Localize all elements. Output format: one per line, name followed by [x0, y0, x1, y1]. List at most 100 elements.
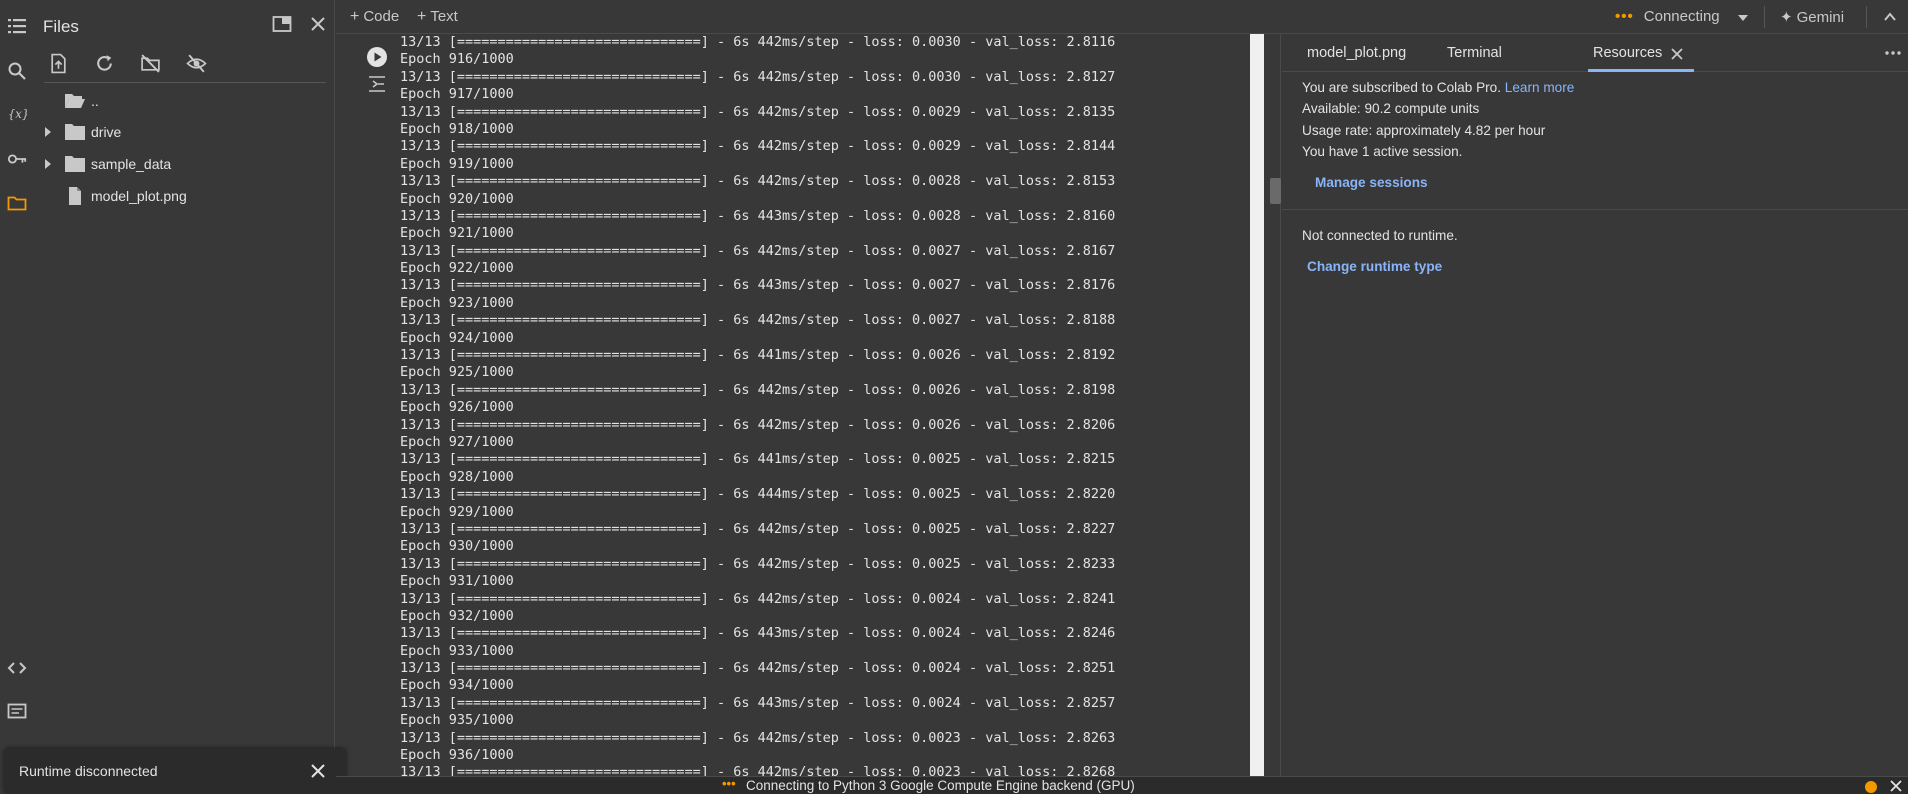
folder-icon — [65, 156, 85, 172]
tree-item-sample-data[interactable]: sample_data — [34, 149, 334, 179]
output-line: Epoch 919/1000 — [400, 155, 514, 172]
not-connected-text: Not connected to runtime. — [1302, 228, 1458, 243]
splitter-handle[interactable] — [1270, 178, 1281, 204]
output-line: Epoch 929/1000 — [400, 503, 514, 520]
output-line: Epoch 932/1000 — [400, 607, 514, 624]
folder-icon[interactable] — [3, 189, 31, 217]
gemini-label: Gemini — [1796, 9, 1845, 26]
unmount-drive-icon[interactable] — [132, 48, 168, 78]
file-icon — [69, 187, 81, 205]
refresh-icon[interactable] — [86, 48, 122, 78]
output-line: Epoch 926/1000 — [400, 399, 514, 416]
run-cell-icon[interactable] — [366, 46, 388, 68]
available-units: Available: 90.2 compute units — [1302, 101, 1480, 116]
caret-right-icon[interactable] — [42, 158, 54, 170]
chevron-down-icon[interactable] — [1736, 11, 1750, 25]
toolbar-divider — [1866, 6, 1867, 28]
toast-message: Runtime disconnected — [19, 763, 158, 779]
output-line: Epoch 916/1000 — [400, 51, 514, 68]
output-line: 13/13 [==============================] -… — [400, 68, 1116, 85]
add-code-label: Code — [363, 8, 400, 25]
runtime-connect-button[interactable]: ••• Connecting — [1615, 8, 1720, 25]
connecting-dots-icon: ••• — [1615, 8, 1634, 25]
connecting-label: Connecting — [1643, 8, 1720, 25]
expand-panel-icon[interactable] — [269, 11, 295, 37]
panel-divider — [1282, 209, 1908, 210]
active-sessions: You have 1 active session. — [1302, 144, 1463, 159]
output-line: 13/13 [==============================] -… — [400, 381, 1116, 398]
chevron-up-icon[interactable] — [1883, 10, 1897, 24]
table-of-contents-icon[interactable] — [3, 12, 31, 40]
output-line: Epoch 930/1000 — [400, 538, 514, 555]
add-code-button[interactable]: + Code — [350, 8, 399, 26]
tab-resources[interactable]: Resources — [1593, 45, 1662, 61]
code-snippets-icon[interactable] — [3, 654, 31, 682]
close-icon[interactable] — [1669, 46, 1685, 62]
hide-files-icon[interactable] — [178, 48, 214, 78]
output-line: 13/13 [==============================] -… — [400, 625, 1116, 642]
output-line: 13/13 [==============================] -… — [400, 660, 1116, 677]
folder-icon — [65, 124, 85, 140]
caret-right-icon[interactable] — [42, 126, 54, 138]
output-line: Epoch 931/1000 — [400, 573, 514, 590]
learn-more-link[interactable]: Learn more — [1505, 80, 1575, 95]
output-line: 13/13 [==============================] -… — [400, 138, 1116, 155]
output-line: Epoch 927/1000 — [400, 433, 514, 450]
tab-terminal[interactable]: Terminal — [1447, 45, 1502, 61]
output-line: 13/13 [==============================] -… — [400, 103, 1116, 120]
files-title: Files — [43, 17, 79, 36]
output-line: 13/13 [==============================] -… — [400, 694, 1116, 711]
output-line: 13/13 [==============================] -… — [400, 590, 1116, 607]
output-line: Epoch 928/1000 — [400, 468, 514, 485]
connecting-dots-icon: ••• — [722, 776, 736, 791]
tree-item-label: model_plot.png — [91, 188, 187, 204]
output-line: 13/13 [==============================] -… — [400, 729, 1116, 746]
output-line: Epoch 935/1000 — [400, 712, 514, 729]
output-line: 13/13 [==============================] -… — [400, 207, 1116, 224]
upload-icon[interactable] — [40, 48, 76, 78]
output-line: 13/13 [==============================] -… — [400, 416, 1116, 433]
output-line: Epoch 920/1000 — [400, 190, 514, 207]
output-scrollbar[interactable] — [1250, 34, 1264, 776]
output-line: Epoch 924/1000 — [400, 329, 514, 346]
output-line: 13/13 [==============================] -… — [400, 764, 1116, 776]
output-line: 13/13 [==============================] -… — [400, 242, 1116, 259]
panel-splitter[interactable] — [1264, 34, 1281, 776]
resources-panel: model_plot.png Terminal Resources You ar… — [1282, 34, 1908, 776]
output-line: 13/13 [==============================] -… — [400, 555, 1116, 572]
folder-open-icon — [65, 94, 85, 108]
output-line: Epoch 917/1000 — [400, 86, 514, 103]
command-palette-icon[interactable] — [3, 697, 31, 725]
tree-item-model-plot[interactable]: model_plot.png — [34, 181, 334, 211]
colab-app: {x} Files — [0, 0, 1908, 794]
manage-sessions-link[interactable]: Manage sessions — [1315, 175, 1428, 190]
output-line: Epoch 923/1000 — [400, 294, 514, 311]
change-runtime-link[interactable]: Change runtime type — [1307, 259, 1442, 274]
tree-item-drive[interactable]: drive — [34, 117, 334, 147]
gemini-button[interactable]: ✦ Gemini — [1780, 8, 1844, 26]
output-line: Epoch 936/1000 — [400, 747, 514, 764]
active-tab-indicator — [1588, 69, 1694, 72]
add-text-button[interactable]: + Text — [417, 8, 458, 26]
output-line: 13/13 [==============================] -… — [400, 520, 1116, 537]
output-line: Epoch 918/1000 — [400, 120, 514, 137]
output-line: Epoch 922/1000 — [400, 260, 514, 277]
close-icon[interactable] — [1889, 779, 1903, 793]
search-icon[interactable] — [3, 57, 31, 85]
close-icon[interactable] — [308, 761, 328, 781]
cell-output: 13/13 [==============================] -… — [400, 34, 1248, 776]
files-toolbar — [40, 48, 214, 78]
toolbar-divider — [1764, 6, 1765, 28]
runtime-disconnected-toast: Runtime disconnected — [4, 749, 346, 794]
tree-item-label: drive — [91, 124, 122, 140]
output-actions-icon[interactable] — [367, 74, 387, 94]
more-vert-icon[interactable] — [1884, 44, 1902, 62]
key-icon[interactable] — [3, 145, 31, 173]
output-line: 13/13 [==============================] -… — [400, 451, 1116, 468]
files-panel: Files .. drive sample_data model_plot.pn… — [34, 0, 335, 794]
cell-gutter — [336, 34, 400, 774]
variables-icon[interactable]: {x} — [3, 100, 31, 128]
tab-model-plot[interactable]: model_plot.png — [1307, 45, 1406, 61]
close-icon[interactable] — [305, 11, 331, 37]
tree-item-parent[interactable]: .. — [34, 86, 334, 116]
